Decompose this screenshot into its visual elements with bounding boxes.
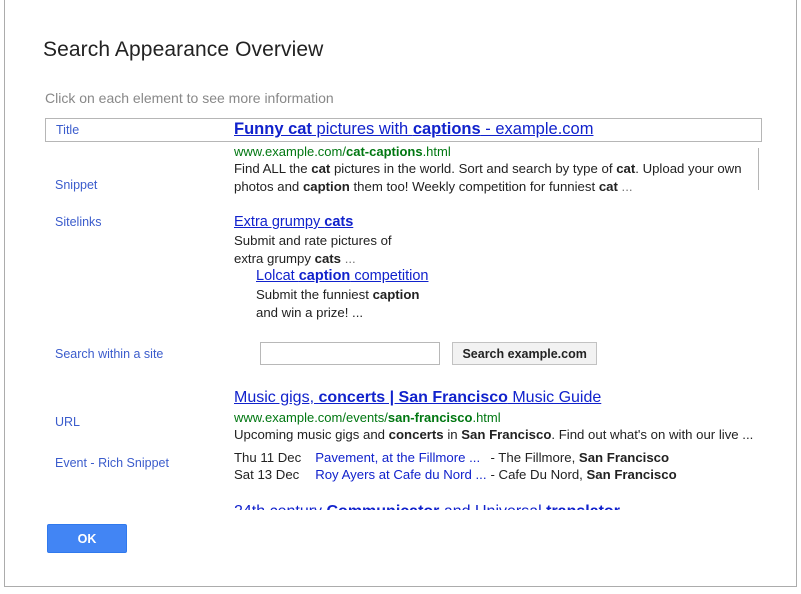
close-icon[interactable] [760,12,784,36]
snippet-l1-d: cat [616,161,635,176]
sitelink-link-2[interactable]: Lolcat caption competition [256,268,428,284]
ok-button[interactable]: OK [47,524,127,553]
row-breadcrumbs-product[interactable]: Breadcrumbs Product - Rich Snippet 24th … [45,503,763,511]
snippet-l2-c: them too! Weekly competition for funnies… [350,179,599,194]
sl2-d2: and win a prize! ... [256,305,363,320]
row-snippet[interactable]: Snippet Find ALL the cat pictures in the… [45,160,763,195]
sl1-d2c: ... [341,251,356,266]
dialog-subtitle: Click on each element to see more inform… [45,90,334,106]
snippet-l1-b: cat [311,161,330,176]
snippet-l2-d: cat [599,179,618,194]
sitelink-1-desc-line1: Submit and rate pictures of [234,232,504,249]
snippet-l1-a: Find ALL the [234,161,311,176]
r2-title-c: Music Guide [508,389,601,406]
events-table: Thu 11 Dec Pavement, at the Fillmore ...… [234,450,677,485]
label-search-within-site[interactable]: Search within a site [45,342,234,361]
sitelinks-preview: Extra grumpy cats Submit and rate pictur… [234,213,763,321]
sitelink-1-plain: Extra grumpy [234,214,324,230]
r3-title-c: and Universal [439,503,546,511]
r2-url-c: .html [472,410,500,425]
table-row[interactable]: Sat 13 Dec Roy Ayers at Cafe du Nord ...… [234,467,677,485]
r2-url-a: www.example.com/events/ [234,410,388,425]
result-three-preview: 24th century Communicator and Universal … [234,503,763,511]
label-spacer-1 [45,143,234,145]
row-event-rich-snippet[interactable]: Event - Rich Snippet Thu 11 Dec Pavement… [45,450,763,485]
sitelink-item[interactable]: Extra grumpy cats Submit and rate pictur… [234,213,504,267]
r2-s-c: in [444,427,462,442]
sitelink-link-1[interactable]: Extra grumpy cats [234,214,353,230]
result-two-title-link[interactable]: Music gigs, concerts | San Francisco Mus… [234,389,601,406]
row-sitelinks[interactable]: Sitelinks Extra grumpy cats Submit and r… [45,213,763,321]
appearance-content: www.example.com/cat-captions.html Snippe… [45,118,763,510]
event-date: Sat 13 Dec [234,467,315,485]
row-result-one-url: www.example.com/cat-captions.html [45,143,763,160]
r2-title-a: Music gigs, [234,389,318,406]
label-url[interactable]: URL [45,389,234,429]
sitelink-item[interactable]: Lolcat caption competition Submit the fu… [256,267,526,321]
event-venue-city: San Francisco [579,450,669,465]
result-one-green-url: www.example.com/cat-captions.html [234,143,763,160]
sitelink-2-desc-line1: Submit the funniest caption [256,286,526,303]
result-one-url: www.example.com/cat-captions.html [234,143,763,160]
result-two-snippet: Upcoming music gigs and concerts in San … [234,426,763,444]
event-name[interactable]: Pavement, at the Fillmore ... [315,450,490,468]
search-input[interactable] [260,342,440,365]
r2-url-b: san-francisco [388,410,473,425]
sitelink-1-bold: cats [324,214,353,230]
snippet-l2-e: ... [618,179,633,194]
event-date: Thu 11 Dec [234,450,315,468]
sitelink-2-plain-1: Lolcat [256,268,299,284]
event-venue-plain: - The Fillmore, [490,450,578,465]
url-plain: www.example.com/ [234,144,346,159]
row-url[interactable]: URL Music gigs, concerts | San Francisco… [45,389,763,444]
r3-title-d: translator [546,503,620,511]
snippet-l1-c: pictures in the world. Sort and search b… [330,161,616,176]
url-tail: .html [423,144,451,159]
event-venue: - The Fillmore, San Francisco [490,450,676,468]
result-one-snippet: Find ALL the cat pictures in the world. … [234,160,763,195]
sitelink-2-plain-2: competition [350,268,428,284]
r2-s-d: San Francisco [461,427,551,442]
sl2-d1b: caption [373,287,420,302]
url-bold: cat-captions [346,144,423,159]
snippet-l1-e: . Upload your own [635,161,741,176]
sitelink-1-desc-line2: extra grumpy cats ... [234,250,504,267]
search-appearance-dialog: Search Appearance Overview Click on each… [4,0,797,587]
event-venue-plain: - Cafe Du Nord, [490,467,586,482]
label-event-rich-snippet[interactable]: Event - Rich Snippet [45,450,234,470]
event-name[interactable]: Roy Ayers at Cafe du Nord ... [315,467,490,485]
page-title: Search Appearance Overview [43,38,323,62]
sl2-d1a: Submit the funniest [256,287,373,302]
table-row[interactable]: Thu 11 Dec Pavement, at the Fillmore ...… [234,450,677,468]
r2-title-b: concerts | San Francisco [318,389,507,406]
r2-s-b: concerts [389,427,444,442]
sl1-d2b: cats [315,251,341,266]
result-two-green-url: www.example.com/events/san-francisco.htm… [234,409,763,426]
label-sitelinks[interactable]: Sitelinks [45,213,234,229]
r3-title-b: Communicator [327,503,440,511]
result-two-preview: Music gigs, concerts | San Francisco Mus… [234,389,763,444]
event-venue-city: San Francisco [587,467,677,482]
snippet-l2-a: photos and [234,179,303,194]
search-site-button[interactable]: Search example.com [452,342,596,365]
sitelink-2-bold: caption [299,268,351,284]
r2-s-e: . Find out what's on with our live ... [551,427,753,442]
sl1-d2a: extra grumpy [234,251,315,266]
r3-title-a: 24th century [234,503,327,511]
snippet-line-2: photos and caption them too! Weekly comp… [234,178,763,196]
snippet-line-1: Find ALL the cat pictures in the world. … [234,160,763,178]
event-venue: - Cafe Du Nord, San Francisco [490,467,676,485]
events-preview: Thu 11 Dec Pavement, at the Fillmore ...… [234,450,763,485]
sitesearch-preview: Search example.com [234,342,763,365]
r2-s-a: Upcoming music gigs and [234,427,389,442]
snippet-l2-b: caption [303,179,350,194]
label-snippet[interactable]: Snippet [45,160,234,192]
result-three-title-link[interactable]: 24th century Communicator and Universal … [234,503,620,511]
labels-stack: Breadcrumbs Product - Rich Snippet [45,503,234,511]
sitelink-2-desc-line2: and win a prize! ... [256,304,526,321]
row-search-within-site[interactable]: Search within a site Search example.com [45,342,763,365]
